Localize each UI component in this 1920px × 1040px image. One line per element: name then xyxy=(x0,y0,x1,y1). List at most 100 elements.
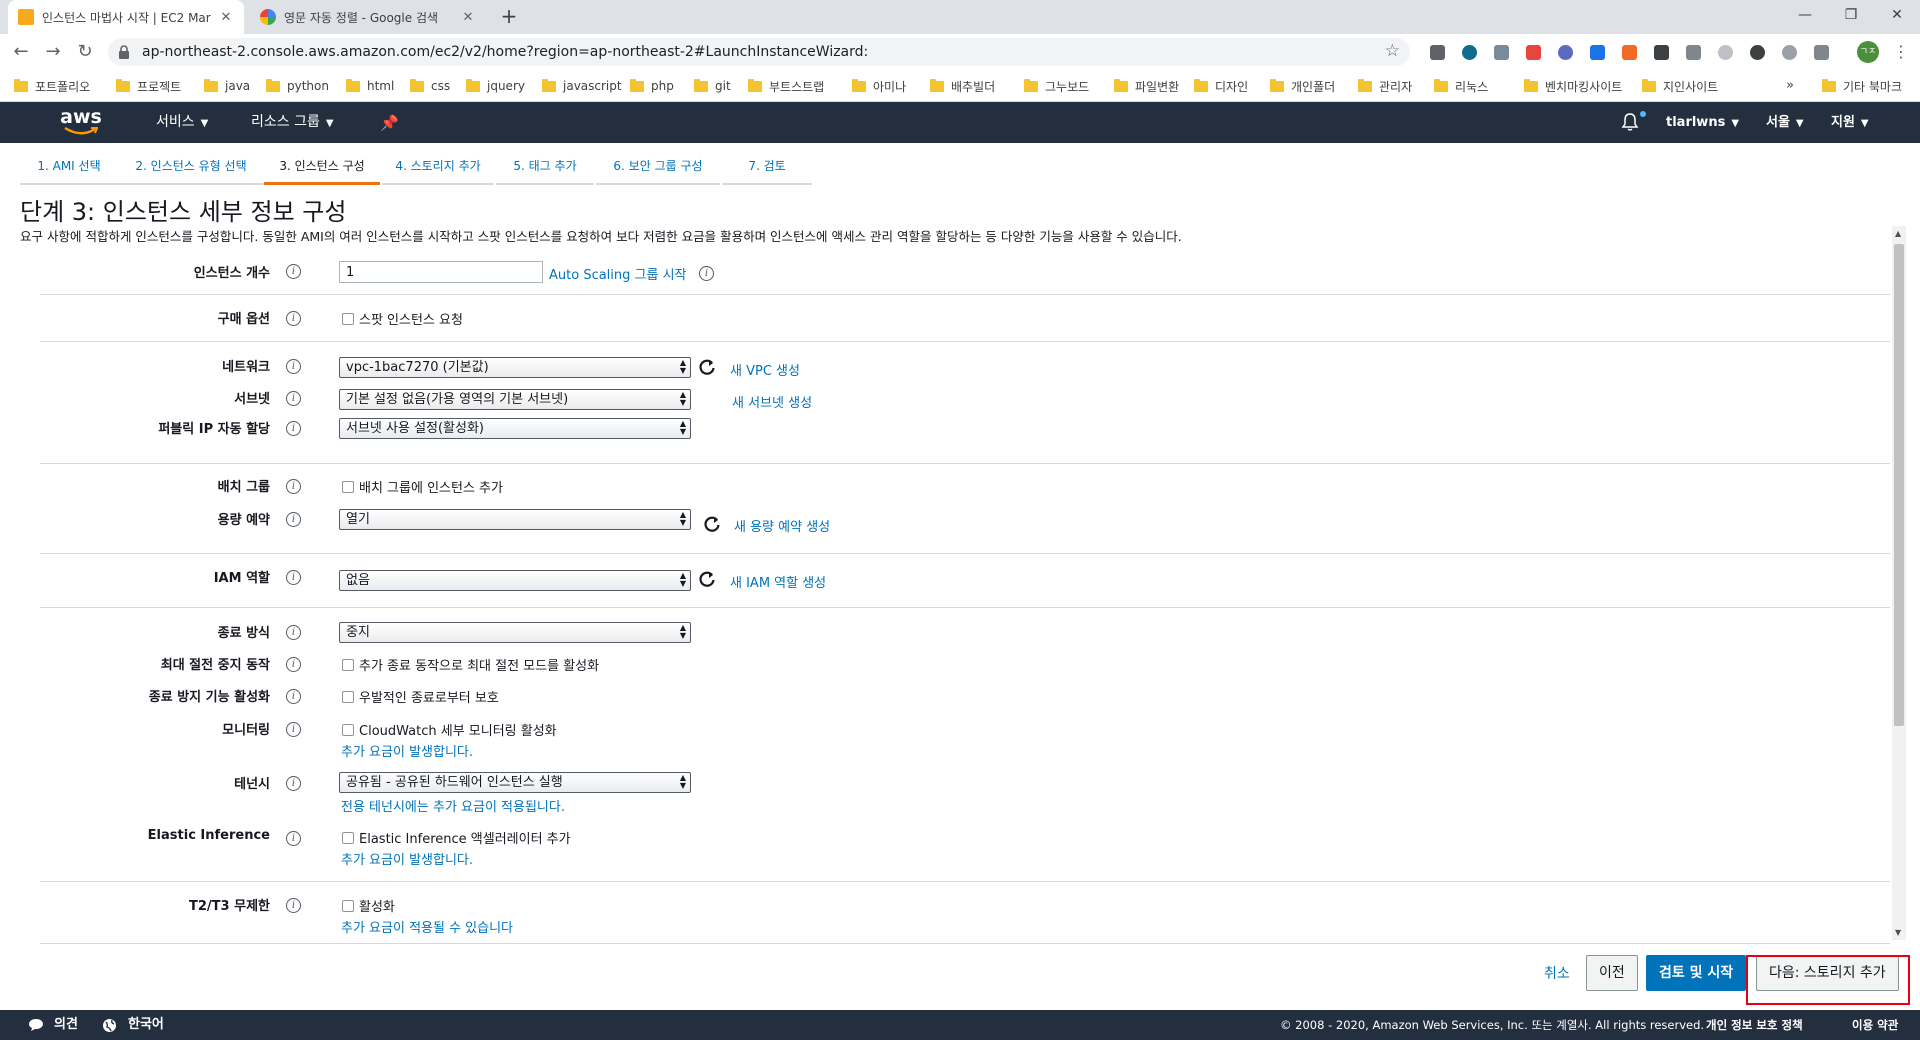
bookmark-folder[interactable]: css xyxy=(410,70,450,102)
info-icon[interactable]: i xyxy=(286,311,301,326)
info-icon[interactable]: i xyxy=(286,689,301,704)
scroll-down-icon[interactable]: ▼ xyxy=(1895,928,1901,937)
create-vpc-link[interactable]: 새 VPC 생성 xyxy=(730,360,800,379)
t2t3-charge-note[interactable]: 추가 요금이 적용될 수 있습니다 xyxy=(341,917,513,936)
reload-icon[interactable]: ↻ xyxy=(72,39,98,65)
capacity-reservation-select[interactable]: 열기 ▲ ▼ xyxy=(339,509,691,530)
wizard-step-ami[interactable]: 1. AMI 선택 xyxy=(20,155,118,185)
spot-request-checkbox[interactable]: 스팟 인스턴스 요청 xyxy=(342,309,463,328)
bookmark-folder[interactable]: 디자인 xyxy=(1194,70,1248,102)
bookmarks-overflow-button[interactable]: » xyxy=(1786,70,1794,102)
info-icon[interactable]: i xyxy=(286,776,301,791)
autoscaling-launch-link[interactable]: Auto Scaling 그룹 시작 xyxy=(549,264,687,283)
bookmark-folder[interactable]: 아미나 xyxy=(852,70,906,102)
checkbox[interactable] xyxy=(342,480,354,493)
info-icon[interactable]: i xyxy=(286,479,301,494)
support-menu[interactable]: 지원 ▼ xyxy=(1831,102,1869,144)
previous-button[interactable]: 이전 xyxy=(1586,955,1638,991)
extension-icon[interactable] xyxy=(1462,45,1477,60)
checkbox[interactable] xyxy=(342,658,354,671)
subnet-select[interactable]: 기본 설정 없음(가용 영역의 기본 서브넷) ▲ ▼ xyxy=(339,389,691,410)
feedback-link[interactable]: 의견 xyxy=(54,1010,78,1040)
bookmark-folder[interactable]: 배추빌더 xyxy=(930,70,995,102)
extension-icon[interactable] xyxy=(1430,45,1445,60)
wizard-step-add-storage[interactable]: 4. 스토리지 추가 xyxy=(382,155,494,185)
refresh-icon[interactable] xyxy=(698,570,716,588)
resource-groups-menu[interactable]: 리소스 그룹 ▼ xyxy=(251,102,334,144)
refresh-icon[interactable] xyxy=(703,515,721,533)
info-icon[interactable]: i xyxy=(286,391,301,406)
wizard-step-instance-type[interactable]: 2. 인스턴스 유형 선택 xyxy=(118,155,264,185)
extension-icon[interactable] xyxy=(1590,45,1605,60)
termination-protection-checkbox[interactable]: 우발적인 종료로부터 보호 xyxy=(342,687,499,706)
bookmark-star-icon[interactable]: ☆ xyxy=(1385,41,1400,61)
extension-icon[interactable] xyxy=(1782,45,1797,60)
bookmark-folder[interactable]: 관리자 xyxy=(1358,70,1412,102)
info-icon[interactable]: i xyxy=(286,657,301,672)
info-icon[interactable]: i xyxy=(286,512,301,527)
wizard-step-security-group[interactable]: 6. 보안 그룹 구성 xyxy=(596,155,720,185)
iam-role-select[interactable]: 없음 ▲ ▼ xyxy=(339,570,691,591)
terms-link[interactable]: 이용 약관 xyxy=(1852,1010,1898,1040)
language-selector[interactable]: 한국어 xyxy=(128,1010,164,1040)
extension-icon[interactable] xyxy=(1750,45,1765,60)
bookmark-folder[interactable]: java xyxy=(204,70,250,102)
wizard-step-configure-instance[interactable]: 3. 인스턴스 구성 xyxy=(264,155,380,185)
network-select[interactable]: vpc-1bac7270 (기본값) ▲ ▼ xyxy=(339,357,691,378)
extension-icon[interactable] xyxy=(1622,45,1637,60)
close-icon[interactable]: ✕ xyxy=(460,10,476,25)
bookmark-folder[interactable]: python xyxy=(266,70,329,102)
cancel-link[interactable]: 취소 xyxy=(1544,963,1570,983)
bookmark-folder[interactable]: 지인사이트 xyxy=(1642,70,1718,102)
checkbox[interactable] xyxy=(342,723,354,736)
hibernate-checkbox[interactable]: 추가 종료 동작으로 최대 절전 모드를 활성화 xyxy=(342,655,599,674)
aws-logo[interactable]: aws xyxy=(60,106,102,136)
wizard-step-add-tags[interactable]: 5. 태그 추가 xyxy=(496,155,594,185)
user-menu[interactable]: tlarlwns ▼ xyxy=(1666,102,1739,144)
info-icon[interactable]: i xyxy=(286,264,301,279)
pin-icon[interactable]: 📌 xyxy=(380,114,399,132)
bookmark-folder[interactable]: 파일변환 xyxy=(1114,70,1179,102)
t2t3-unlimited-checkbox[interactable]: 활성화 xyxy=(342,896,395,915)
camera-icon[interactable] xyxy=(1686,45,1701,60)
bookmark-folder[interactable]: jquery xyxy=(466,70,525,102)
browser-tab-ec2[interactable]: 인스턴스 마법사 시작 | EC2 Mar ✕ xyxy=(8,0,244,34)
forward-arrow-icon[interactable]: → xyxy=(40,39,66,65)
bookmark-folder[interactable]: 벤치마킹사이트 xyxy=(1524,70,1622,102)
bookmark-folder[interactable]: 개인폴더 xyxy=(1270,70,1335,102)
back-arrow-icon[interactable]: ← xyxy=(8,39,34,65)
info-icon[interactable]: i xyxy=(286,359,301,374)
checkbox[interactable] xyxy=(342,312,354,325)
elastic-inference-checkbox[interactable]: Elastic Inference 액셀러레이터 추가 xyxy=(342,828,571,847)
bookmark-folder[interactable]: html xyxy=(346,70,394,102)
minimize-button[interactable]: — xyxy=(1782,0,1828,30)
extension-icon[interactable] xyxy=(1718,45,1733,60)
scroll-up-icon[interactable]: ▲ xyxy=(1895,229,1901,238)
bookmark-folder[interactable]: javascript xyxy=(542,70,622,102)
bookmark-folder[interactable]: 그누보드 xyxy=(1024,70,1089,102)
wizard-step-review[interactable]: 7. 검토 xyxy=(722,155,812,185)
info-icon[interactable]: i xyxy=(699,266,714,281)
checkbox[interactable] xyxy=(342,831,354,844)
extension-icon[interactable] xyxy=(1526,45,1541,60)
info-icon[interactable]: i xyxy=(286,625,301,640)
create-iam-role-link[interactable]: 새 IAM 역할 생성 xyxy=(730,572,826,591)
bookmark-folder[interactable]: 리눅스 xyxy=(1434,70,1488,102)
close-window-button[interactable]: ✕ xyxy=(1874,0,1920,30)
browser-tab-google[interactable]: 영문 자동 정렬 - Google 검색 ✕ xyxy=(250,0,486,34)
tenancy-charge-note[interactable]: 전용 테넌시에는 추가 요금이 적용됩니다. xyxy=(341,796,565,815)
bookmark-folder[interactable]: php xyxy=(630,70,674,102)
other-bookmarks-folder[interactable]: 기타 북마크 xyxy=(1822,70,1902,102)
elastic-inference-charge-note[interactable]: 추가 요금이 발생합니다. xyxy=(341,849,473,868)
extension-icon[interactable] xyxy=(1558,45,1573,60)
create-capacity-reservation-link[interactable]: 새 용량 예약 생성 xyxy=(734,516,830,535)
instance-count-input[interactable] xyxy=(339,261,543,283)
checkbox[interactable] xyxy=(342,899,354,912)
notifications-bell-icon[interactable] xyxy=(1620,112,1640,132)
profile-avatar[interactable]: ㄱㅈ xyxy=(1857,41,1879,63)
info-icon[interactable]: i xyxy=(286,831,301,846)
address-bar[interactable]: ap-northeast-2.console.aws.amazon.com/ec… xyxy=(108,38,1410,66)
info-icon[interactable]: i xyxy=(286,570,301,585)
public-ip-select[interactable]: 서브넷 사용 설정(활성화) ▲ ▼ xyxy=(339,418,691,439)
info-icon[interactable]: i xyxy=(286,722,301,737)
